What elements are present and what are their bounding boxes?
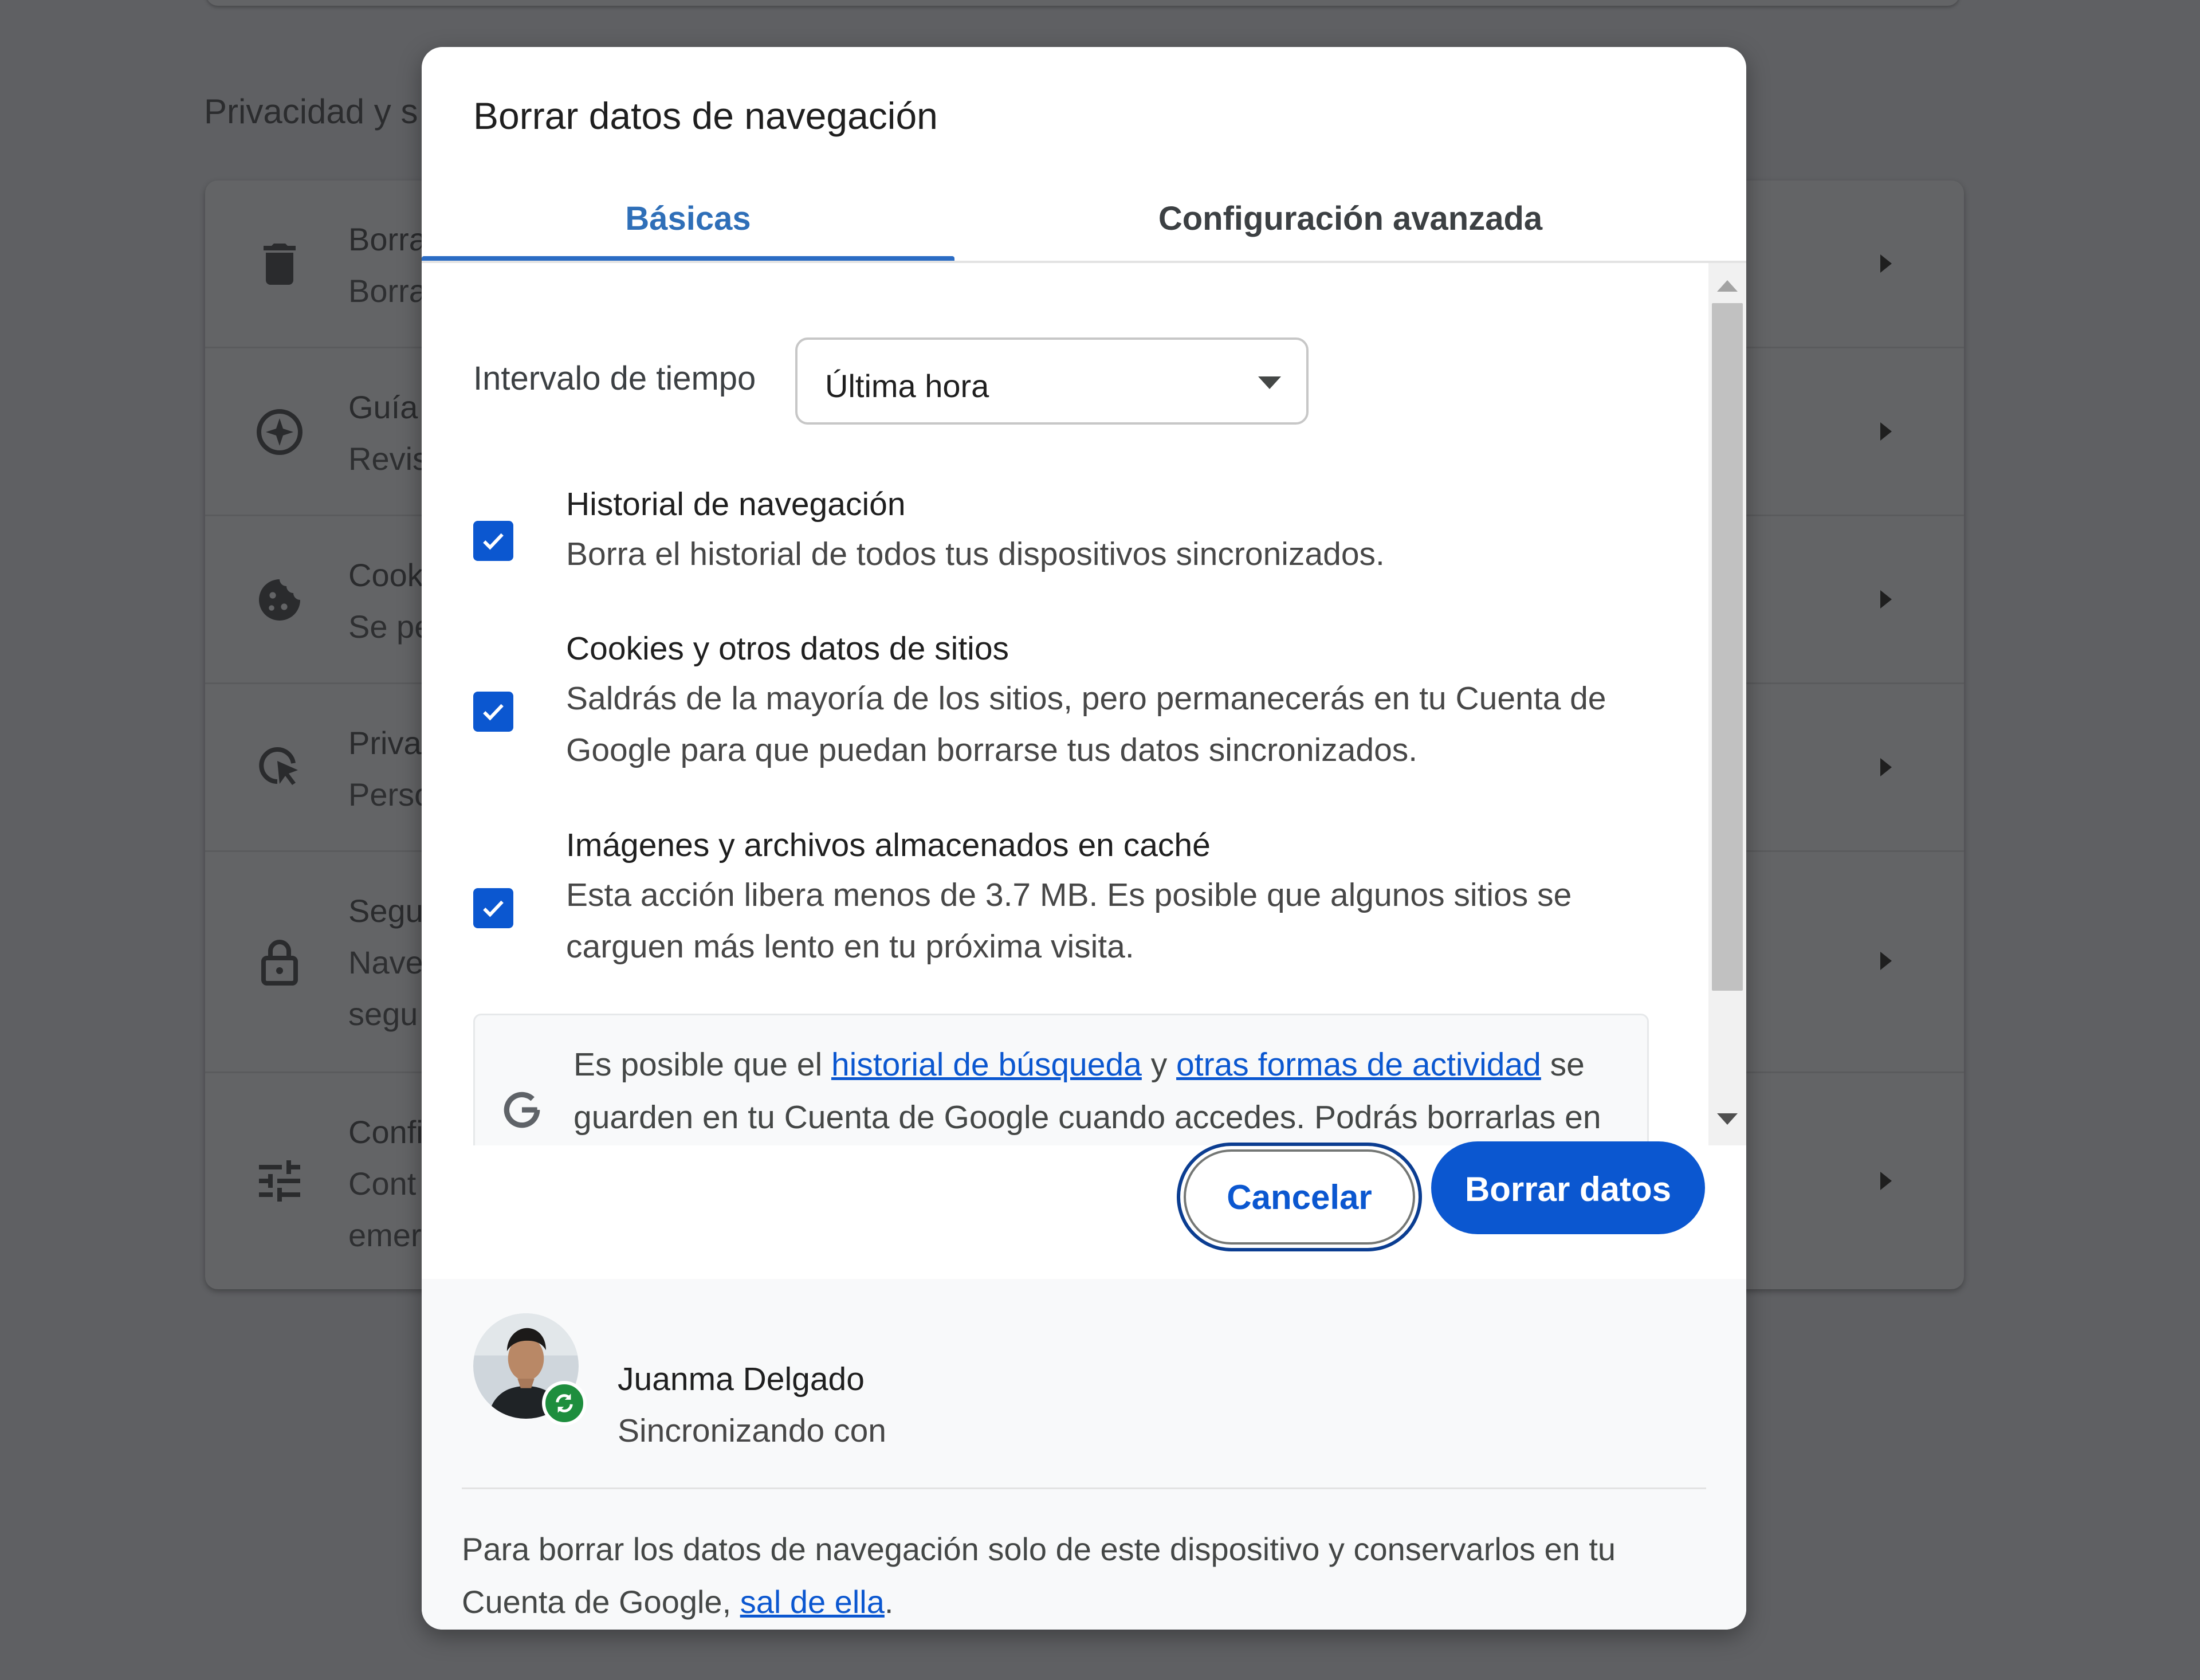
option-description: Borra el historial de todos tus disposit… [566,536,1385,572]
tab-advanced[interactable]: Configuración avanzada [954,185,1746,262]
account-name: Juanma Delgado [618,1361,865,1398]
sign-out-note-end: . [884,1584,894,1620]
clear-data-button[interactable]: Borrar datos [1431,1141,1705,1234]
google-activity-notice: Es posible que el historial de búsqueda … [473,1014,1649,1145]
option-description: Saldrás de la mayoría de los sitios, per… [566,680,1606,768]
trash-icon [264,244,296,285]
bg-row-title: Borra [348,221,427,257]
sign-out-link[interactable]: sal de ella [740,1584,885,1620]
background-top-card [206,0,1959,6]
option-cookies[interactable]: Cookies y otros datos de sitios Saldrás … [422,630,1682,796]
browsing-history-checkbox[interactable] [473,521,513,561]
bg-row-subtitle: Nave [348,944,423,980]
sign-out-note: Para borrar los datos de navegación solo… [462,1523,1716,1628]
active-tab-indicator [422,256,954,261]
tab-basic[interactable]: Básicas [422,185,954,262]
bg-row-subtitle: Cont [348,1165,417,1202]
tune-icon [259,1160,300,1202]
option-cached-images[interactable]: Imágenes y archivos almacenados en caché… [422,826,1682,992]
sync-status-text: Sincronizando con [618,1412,886,1449]
dropdown-arrow-icon [1258,376,1281,389]
time-range-select[interactable]: Última hora [795,337,1309,425]
bg-row-subtitle-2: emer [348,1217,422,1253]
time-range-label: Intervalo de tiempo [473,360,756,397]
option-browsing-history[interactable]: Historial de navegación Borra el histori… [422,485,1682,600]
bg-row-subtitle-2: segu [348,996,418,1032]
option-title: Cookies y otros datos de sitios [566,630,1009,667]
arrow-right-icon [1880,254,1892,273]
option-title: Historial de navegación [566,486,906,523]
other-activity-link[interactable]: otras formas de actividad [1176,1046,1541,1083]
check-icon [483,533,504,550]
bg-row-title: Cook [348,557,423,593]
dialog-scroll-area: Intervalo de tiempo Última hora Historia… [422,263,1746,1145]
scrollbar[interactable] [1708,263,1746,1145]
bg-row-title: Segu [348,893,423,929]
check-icon [483,704,504,721]
scroll-down-arrow-icon[interactable] [1717,1113,1738,1125]
cookies-checkbox[interactable] [473,692,513,732]
arrow-right-icon [1880,422,1892,441]
bg-row-subtitle: Revis [348,441,429,477]
time-range-value: Última hora [825,368,989,404]
divider [462,1487,1706,1489]
bg-row-subtitle: Borra [348,273,427,309]
bg-row-subtitle: Se pe [348,609,433,645]
arrow-right-icon [1880,952,1892,970]
dialog-title: Borrar datos de navegación [473,95,938,137]
cache-checkbox[interactable] [473,888,513,928]
background-section-title: Privacidad y s [204,92,418,131]
sign-out-note-text: Para borrar los datos de navegación solo… [462,1531,1616,1620]
option-title: Imágenes y archivos almacenados en caché [566,827,1211,863]
clear-browsing-data-dialog: Borrar datos de navegación Básicas Confi… [422,47,1746,1630]
arrow-right-icon [1880,590,1892,609]
cookie-icon [259,579,300,621]
cancel-button[interactable]: Cancelar [1184,1149,1415,1245]
google-g-icon [504,1092,540,1128]
option-description: Esta acción libera menos de 3.7 MB. Es p… [566,877,1572,965]
sync-icon [556,1394,573,1413]
sync-status-badge [542,1381,587,1426]
privacy-sandbox-icon [259,747,298,785]
bg-row-title: Priva [348,725,422,761]
arrow-right-icon [1880,758,1892,776]
check-icon [483,900,504,917]
bg-row-title: Guía [348,389,418,425]
lock-icon [261,940,298,986]
account-footer: Juanma Delgado Sincronizando con Para bo… [422,1279,1746,1630]
search-history-link[interactable]: historial de búsqueda [831,1046,1142,1083]
compass-icon [257,409,302,455]
scroll-up-arrow-icon[interactable] [1717,280,1738,292]
notice-text-part: y [1141,1046,1177,1083]
arrow-right-icon [1880,1172,1892,1190]
notice-text: Es posible que el historial de búsqueda … [573,1038,1639,1144]
notice-text-part: Es posible que el [573,1046,831,1083]
bg-row-subtitle: Perso [348,776,433,812]
bg-row-title: Confi [348,1114,423,1150]
scrollbar-thumb[interactable] [1712,303,1743,991]
